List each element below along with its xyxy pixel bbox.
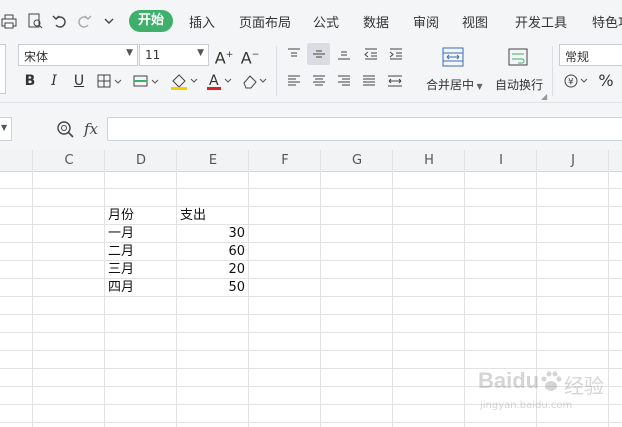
font-color-icon[interactable]: A xyxy=(205,71,235,91)
ribbon-separator xyxy=(552,46,553,96)
tab-home[interactable]: 开始 xyxy=(129,10,173,32)
column-header-c[interactable]: C xyxy=(33,150,105,171)
decrease-indent-icon[interactable] xyxy=(363,46,379,62)
chevron-down-icon: ▼ xyxy=(126,48,133,58)
cell-e-header[interactable]: 支出 xyxy=(180,207,206,225)
print-preview-icon[interactable] xyxy=(26,12,44,30)
table-row-month[interactable]: 一月 xyxy=(108,225,134,243)
font-name-select[interactable]: 宋体 ▼ xyxy=(18,44,138,66)
fill-color-icon[interactable] xyxy=(169,71,201,91)
justify-icon[interactable] xyxy=(361,73,377,89)
wrap-text-icon[interactable] xyxy=(506,46,530,68)
font-size-value: 11 xyxy=(145,48,161,62)
watermark-brand: Baidu xyxy=(478,368,540,393)
print-icon[interactable] xyxy=(0,12,18,30)
clear-format-icon[interactable] xyxy=(240,71,270,91)
cell-style-icon[interactable] xyxy=(132,73,162,89)
tab-review[interactable]: 审阅 xyxy=(413,12,439,31)
grid-line xyxy=(0,260,622,261)
formula-input[interactable] xyxy=(107,117,622,141)
table-row-month[interactable]: 三月 xyxy=(108,261,134,279)
alignment-dialog-launcher-icon[interactable]: ◢ xyxy=(541,92,547,101)
grid-line xyxy=(0,314,622,315)
ribbon-toolbar: 宋体 ▼ 11 ▼ A+ A− B I U A 合并居中 ▼ 自动换行 ◢ 常规… xyxy=(0,42,622,103)
svg-text:¥: ¥ xyxy=(568,78,574,88)
column-header-j[interactable]: J xyxy=(537,150,609,171)
name-box[interactable]: ▼ xyxy=(0,117,12,141)
decrease-font-icon[interactable]: A− xyxy=(240,45,260,67)
paw-icon xyxy=(541,371,562,391)
align-left-icon[interactable] xyxy=(286,73,302,89)
column-header-i[interactable]: I xyxy=(465,150,537,171)
grid-line xyxy=(0,332,622,333)
grid-line xyxy=(0,188,622,189)
chevron-down-icon: ▼ xyxy=(197,48,204,58)
ribbon-left-edge xyxy=(0,44,6,94)
currency-icon[interactable]: ¥ xyxy=(563,72,591,90)
column-header-g[interactable]: G xyxy=(321,150,393,171)
undo-icon[interactable] xyxy=(51,12,69,30)
watermark-sub: 经验 xyxy=(564,374,604,398)
zoom-search-icon[interactable] xyxy=(56,120,76,138)
distributed-align-icon[interactable] xyxy=(386,73,404,89)
menu-bar: 开始 插入 页面布局 公式 数据 审阅 视图 开发工具 特色功 xyxy=(0,0,622,42)
customize-dropdown-icon[interactable] xyxy=(100,12,118,30)
merge-center-label: 合并居中 xyxy=(426,78,475,92)
merge-center-button[interactable]: 合并居中 ▼ xyxy=(426,76,483,93)
font-name-value: 宋体 xyxy=(24,50,49,64)
number-format-value: 常规 xyxy=(565,50,590,64)
column-header-d[interactable]: D xyxy=(105,150,177,171)
grid-line xyxy=(0,422,622,423)
grid-line xyxy=(0,242,622,243)
baidu-watermark: Baidu 经验 jingyan.baidu.com xyxy=(478,368,618,416)
bold-icon[interactable]: B xyxy=(20,71,40,91)
chevron-down-icon: ▼ xyxy=(1,123,8,132)
align-right-icon[interactable] xyxy=(336,73,352,89)
increase-font-icon[interactable]: A+ xyxy=(214,45,234,67)
column-header-h[interactable]: H xyxy=(393,150,465,171)
font-size-select[interactable]: 11 ▼ xyxy=(139,44,209,66)
underline-icon[interactable]: U xyxy=(69,71,89,91)
wrap-text-button[interactable]: 自动换行 xyxy=(495,76,543,93)
align-top-icon[interactable] xyxy=(286,46,302,62)
grid-line xyxy=(0,350,622,351)
table-row-month[interactable]: 二月 xyxy=(108,243,134,261)
tab-view[interactable]: 视图 xyxy=(462,12,488,31)
border-icon[interactable] xyxy=(96,73,126,89)
align-center-icon[interactable] xyxy=(311,73,327,89)
table-row-month[interactable]: 四月 xyxy=(108,279,134,297)
grid-line xyxy=(0,224,622,225)
grid-line xyxy=(0,296,622,297)
redo-icon[interactable] xyxy=(75,12,93,30)
table-row-value[interactable]: 20 xyxy=(180,261,245,279)
grid-line xyxy=(0,206,622,207)
align-middle-button[interactable] xyxy=(307,43,330,65)
column-header-e[interactable]: E xyxy=(177,150,249,171)
tab-page-layout[interactable]: 页面布局 xyxy=(239,12,291,31)
percent-button[interactable]: % xyxy=(596,71,616,91)
insert-function-button[interactable]: fx xyxy=(84,120,98,138)
cell-d-header[interactable]: 月份 xyxy=(108,207,134,225)
ribbon-separator xyxy=(276,46,277,96)
tab-special[interactable]: 特色功 xyxy=(592,12,622,31)
table-row-value[interactable]: 50 xyxy=(180,279,245,297)
chevron-down-icon: ▼ xyxy=(474,82,483,91)
tab-insert[interactable]: 插入 xyxy=(189,12,215,31)
tab-developer[interactable]: 开发工具 xyxy=(515,12,567,31)
tab-formulas[interactable]: 公式 xyxy=(313,12,339,31)
svg-text:A: A xyxy=(209,73,219,89)
number-format-select[interactable]: 常规 xyxy=(559,44,622,66)
tab-data[interactable]: 数据 xyxy=(363,12,389,31)
align-middle-icon xyxy=(313,50,325,58)
merge-center-icon[interactable] xyxy=(441,46,465,68)
grid-line xyxy=(0,278,622,279)
table-row-value[interactable]: 60 xyxy=(180,243,245,261)
column-headers: C D E F G H I J xyxy=(0,150,622,172)
increase-indent-icon[interactable] xyxy=(388,46,404,62)
italic-icon[interactable]: I xyxy=(44,71,64,91)
watermark-url: jingyan.baidu.com xyxy=(480,400,573,411)
table-row-value[interactable]: 30 xyxy=(180,225,245,243)
align-bottom-icon[interactable] xyxy=(336,46,352,62)
column-header-f[interactable]: F xyxy=(249,150,321,171)
